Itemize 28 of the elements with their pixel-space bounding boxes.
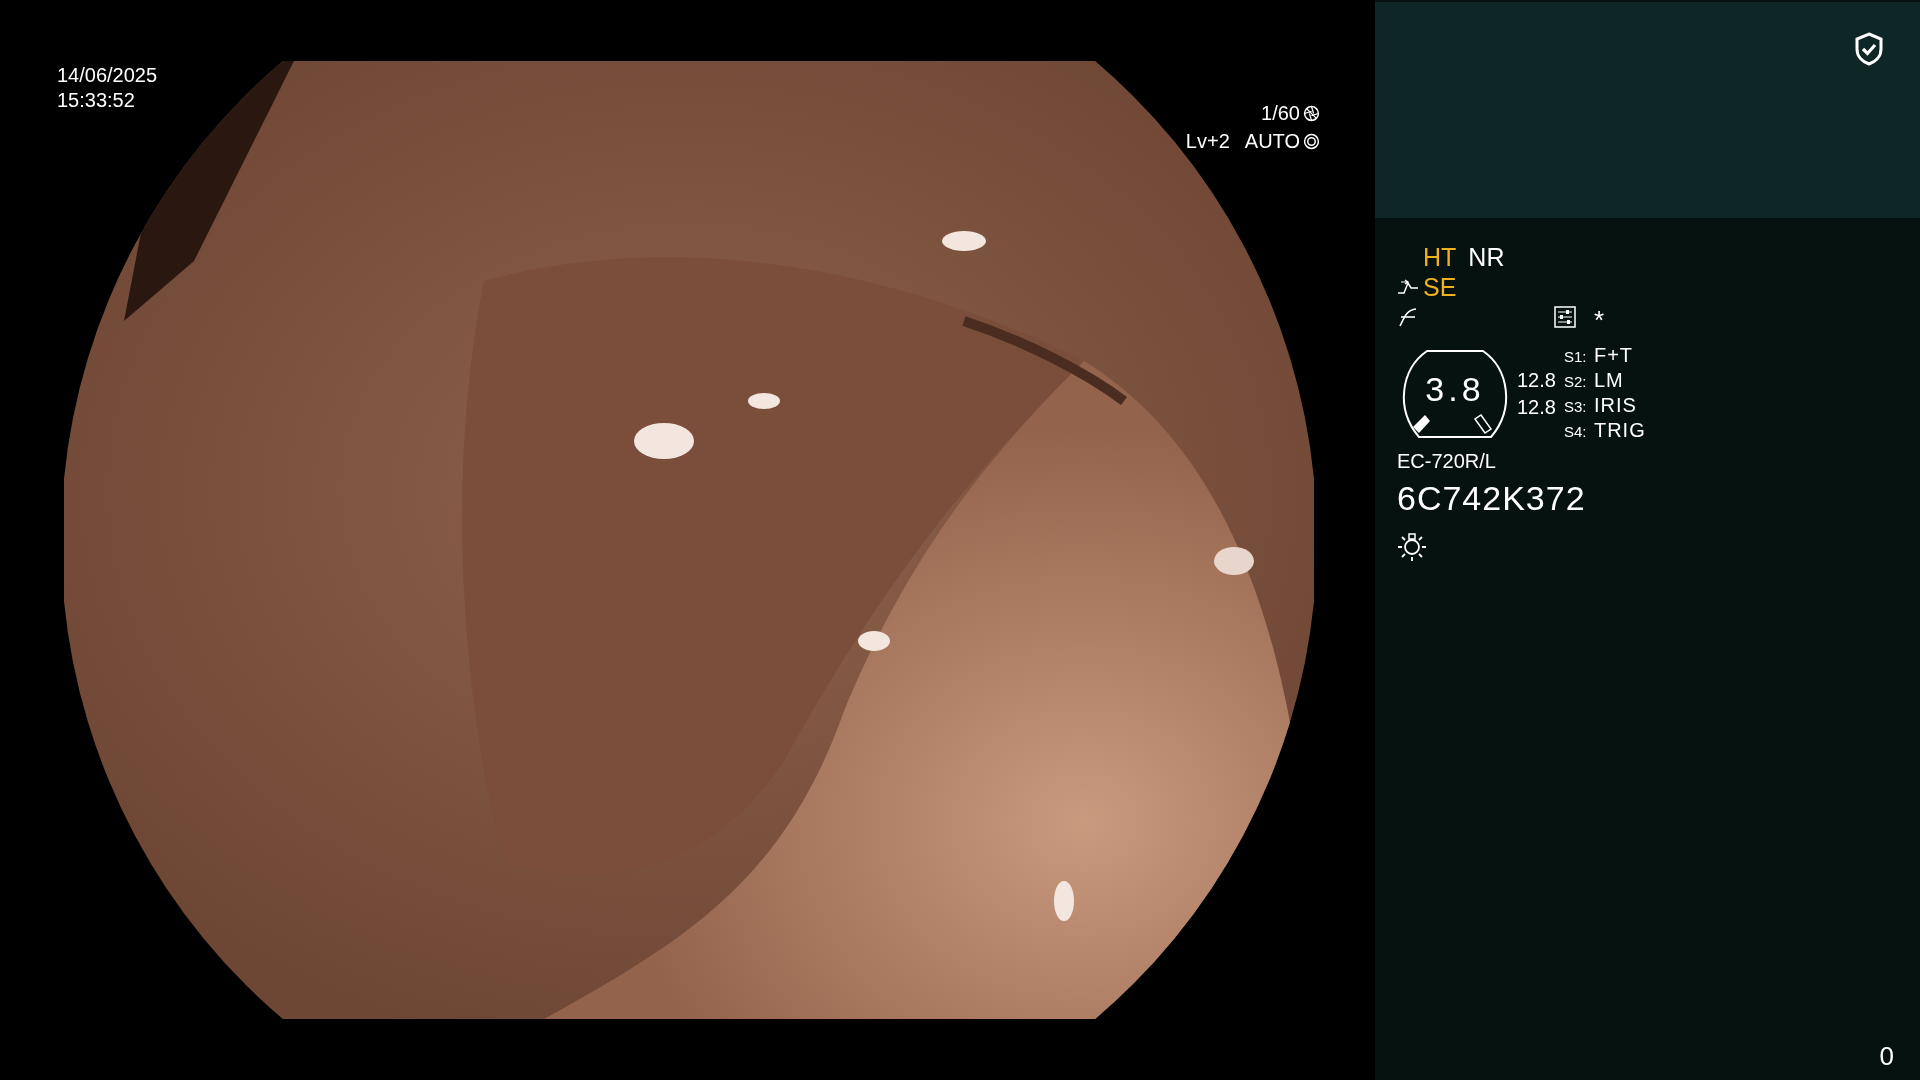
shutter-speed: 1/60 — [1261, 101, 1300, 126]
switch-function: LM — [1593, 369, 1624, 392]
level-value: Lv+2 — [1185, 129, 1230, 154]
switch-function: IRIS — [1593, 394, 1637, 417]
switch-function: F+T — [1593, 344, 1634, 367]
mode-label: NR — [1468, 242, 1505, 272]
switch-function: TRIG — [1593, 419, 1646, 442]
reading-value: 12.8 — [1517, 395, 1556, 420]
switch-key: S1: — [1563, 348, 1594, 365]
date-text: 14/06/2025 — [57, 63, 158, 88]
gamma-curve-icon — [1397, 306, 1419, 328]
serial-number: 6C742K372 — [1397, 479, 1586, 518]
switch-key: S3: — [1563, 398, 1594, 415]
aperture-icon — [1303, 132, 1320, 150]
sliders-icon — [1554, 306, 1576, 328]
switch-key: S2: — [1563, 373, 1594, 390]
iris-mode: AUTO — [1244, 129, 1300, 154]
scope-model: EC-720R/L — [1397, 450, 1496, 473]
shutter-icon — [1303, 104, 1320, 122]
switch-key: S4: — [1563, 423, 1594, 440]
shield-check-icon — [1854, 32, 1884, 66]
counter-value: 0 — [1879, 1041, 1894, 1072]
asterisk-mark: * — [1594, 304, 1605, 336]
reading-value: 12.8 — [1517, 368, 1556, 393]
lamp-icon — [1397, 532, 1427, 562]
mode-label: HT — [1423, 242, 1457, 272]
enhance-label: SE — [1423, 272, 1457, 302]
time-text: 15:33:52 — [57, 88, 135, 113]
